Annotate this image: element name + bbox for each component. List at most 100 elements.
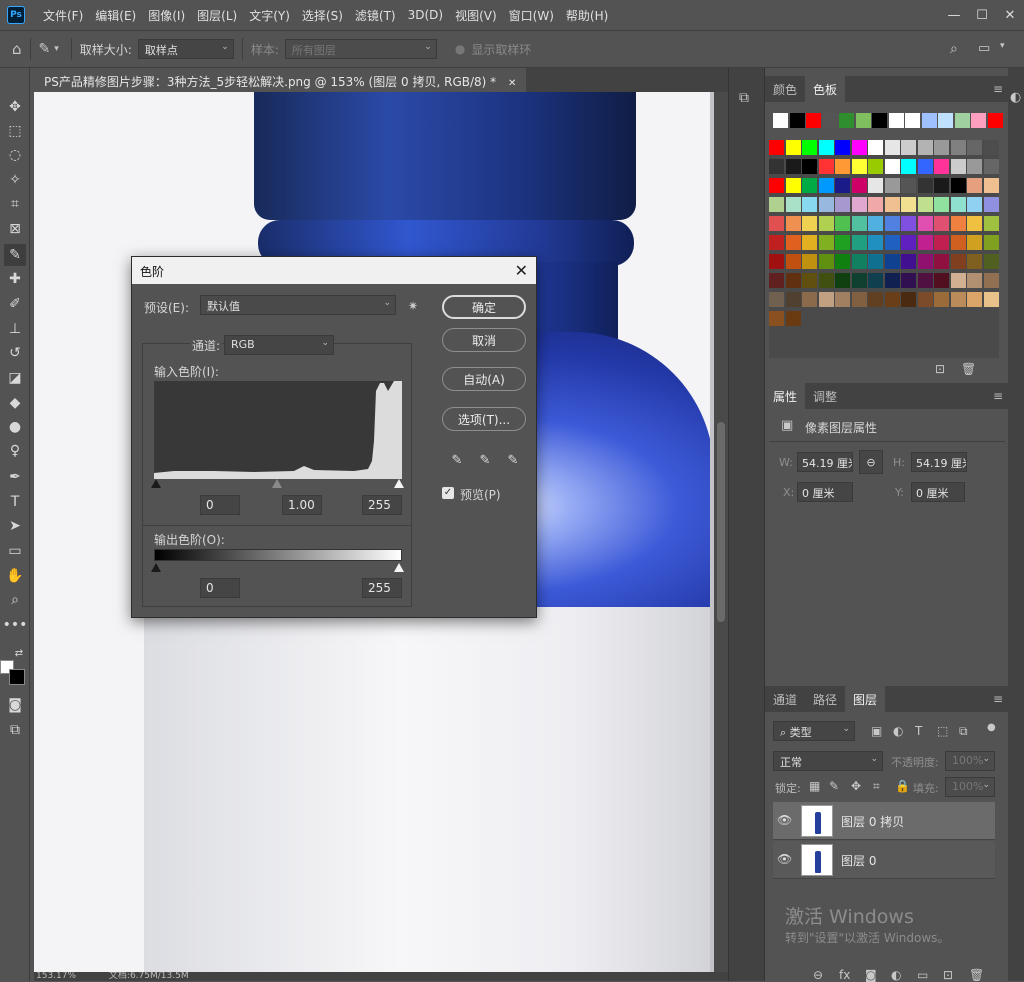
- channel-select[interactable]: RGB ⌄: [224, 335, 334, 355]
- swatch[interactable]: [917, 254, 933, 269]
- white-point-eyedropper-icon[interactable]: ✎: [504, 451, 522, 469]
- input-black-field[interactable]: 0: [200, 495, 240, 515]
- swatch[interactable]: [917, 159, 933, 174]
- add-mask-icon[interactable]: ◙: [865, 968, 877, 982]
- swatch[interactable]: [917, 235, 933, 250]
- swatch[interactable]: [818, 254, 834, 269]
- swatch[interactable]: [868, 197, 883, 212]
- link-layers-icon[interactable]: ⊖: [813, 968, 823, 982]
- swatch[interactable]: [983, 235, 999, 250]
- zoom-readout[interactable]: 153.17%: [36, 972, 76, 981]
- options-button[interactable]: 选项(T)...: [442, 407, 526, 431]
- swatch[interactable]: [950, 216, 966, 231]
- marquee-tool-icon[interactable]: ⬚: [4, 120, 26, 142]
- swatch[interactable]: [967, 254, 982, 269]
- input-black-slider[interactable]: [151, 479, 161, 488]
- swatch[interactable]: [802, 273, 817, 288]
- quick-mask-icon[interactable]: ◙: [4, 694, 26, 716]
- swatch[interactable]: [971, 113, 986, 128]
- swatch[interactable]: [851, 197, 867, 212]
- swatch[interactable]: [868, 292, 883, 307]
- swatch[interactable]: [835, 292, 850, 307]
- dialog-titlebar[interactable]: 色阶 ✕: [132, 257, 536, 284]
- swatch[interactable]: [802, 197, 817, 212]
- swatch[interactable]: [934, 292, 949, 307]
- lock-position-icon[interactable]: ✥: [851, 779, 861, 793]
- swatch[interactable]: [983, 216, 999, 231]
- paint-bucket-tool-icon[interactable]: ◆: [4, 392, 26, 414]
- swatch[interactable]: [917, 292, 933, 307]
- swatch[interactable]: [884, 254, 900, 269]
- output-black-slider[interactable]: [151, 563, 161, 572]
- height-field[interactable]: 54.19 厘米: [911, 452, 967, 472]
- menu-file[interactable]: 文件(F): [37, 7, 89, 24]
- input-gamma-field[interactable]: 1.00: [282, 495, 322, 515]
- swatch[interactable]: [835, 159, 850, 174]
- swatch[interactable]: [851, 178, 867, 193]
- swatch[interactable]: [835, 235, 850, 250]
- hand-tool-icon[interactable]: ✋: [4, 565, 26, 587]
- swatch[interactable]: [868, 254, 883, 269]
- swatch[interactable]: [967, 235, 982, 250]
- output-black-field[interactable]: 0: [200, 578, 240, 598]
- swatch[interactable]: [851, 216, 867, 231]
- swatch[interactable]: [769, 140, 784, 155]
- swatch[interactable]: [917, 140, 933, 155]
- lock-artboard-icon[interactable]: ⌗: [873, 779, 880, 794]
- opacity-field[interactable]: 100% ⌄: [945, 751, 995, 771]
- menu-view[interactable]: 视图(V): [449, 7, 503, 24]
- dodge-tool-icon[interactable]: ♀: [4, 440, 26, 462]
- adjustment-layer-icon[interactable]: ◐: [891, 968, 901, 982]
- swatch[interactable]: [901, 254, 916, 269]
- lock-transparent-icon[interactable]: ▦: [809, 779, 820, 793]
- sample-size-select[interactable]: 取样点 ⌄: [137, 39, 234, 59]
- x-field[interactable]: 0 厘米: [797, 482, 853, 502]
- swatch[interactable]: [868, 178, 883, 193]
- frame-tool-icon[interactable]: ⊠: [4, 218, 26, 240]
- gray-point-eyedropper-icon[interactable]: ✎: [476, 451, 494, 469]
- move-tool-icon[interactable]: ✥: [4, 96, 26, 118]
- home-icon[interactable]: ⌂: [12, 40, 22, 58]
- swatch[interactable]: [868, 159, 883, 174]
- menu-3d[interactable]: 3D(D): [402, 8, 449, 22]
- healing-brush-tool-icon[interactable]: ✚: [4, 268, 26, 290]
- screen-mode-icon[interactable]: ⧉: [4, 719, 26, 741]
- swatch[interactable]: [773, 113, 788, 128]
- visibility-eye-icon[interactable]: 👁: [777, 813, 792, 827]
- swatch[interactable]: [987, 113, 1003, 128]
- swatch[interactable]: [983, 292, 999, 307]
- crop-tool-icon[interactable]: ⌗: [4, 193, 26, 215]
- minimize-button[interactable]: —: [940, 0, 968, 30]
- pen-tool-icon[interactable]: ✒: [4, 466, 26, 488]
- swatch[interactable]: [851, 159, 867, 174]
- swatch[interactable]: [785, 311, 801, 326]
- panel-menu-icon[interactable]: ≡: [993, 692, 1003, 706]
- trash-icon[interactable]: 🗑: [961, 362, 976, 376]
- swatch[interactable]: [818, 197, 834, 212]
- swatch[interactable]: [789, 113, 805, 128]
- menu-filter[interactable]: 滤镜(T): [349, 7, 402, 24]
- ok-button[interactable]: 确定: [442, 295, 526, 319]
- swatch[interactable]: [983, 254, 999, 269]
- preset-options-gear-icon[interactable]: ✷: [408, 299, 418, 313]
- cancel-button[interactable]: 取消: [442, 328, 526, 352]
- swatch[interactable]: [818, 273, 834, 288]
- zoom-tool-icon[interactable]: ⌕: [4, 589, 26, 611]
- y-field[interactable]: 0 厘米: [911, 482, 965, 502]
- swatch[interactable]: [967, 159, 982, 174]
- swatch[interactable]: [785, 178, 801, 193]
- blend-mode-select[interactable]: 正常 ⌄: [773, 751, 883, 771]
- swatch[interactable]: [950, 178, 966, 193]
- swatch[interactable]: [868, 273, 883, 288]
- filter-type-icon[interactable]: T: [915, 724, 922, 738]
- swatch[interactable]: [818, 178, 834, 193]
- swatch[interactable]: [901, 292, 916, 307]
- swatch[interactable]: [802, 292, 817, 307]
- swatch[interactable]: [934, 254, 949, 269]
- swatch[interactable]: [855, 113, 871, 128]
- swatch[interactable]: [839, 113, 854, 128]
- swatch[interactable]: [769, 292, 784, 307]
- swatch[interactable]: [835, 216, 850, 231]
- quick-select-tool-icon[interactable]: ✧: [4, 169, 26, 191]
- menu-layer[interactable]: 图层(L): [191, 7, 243, 24]
